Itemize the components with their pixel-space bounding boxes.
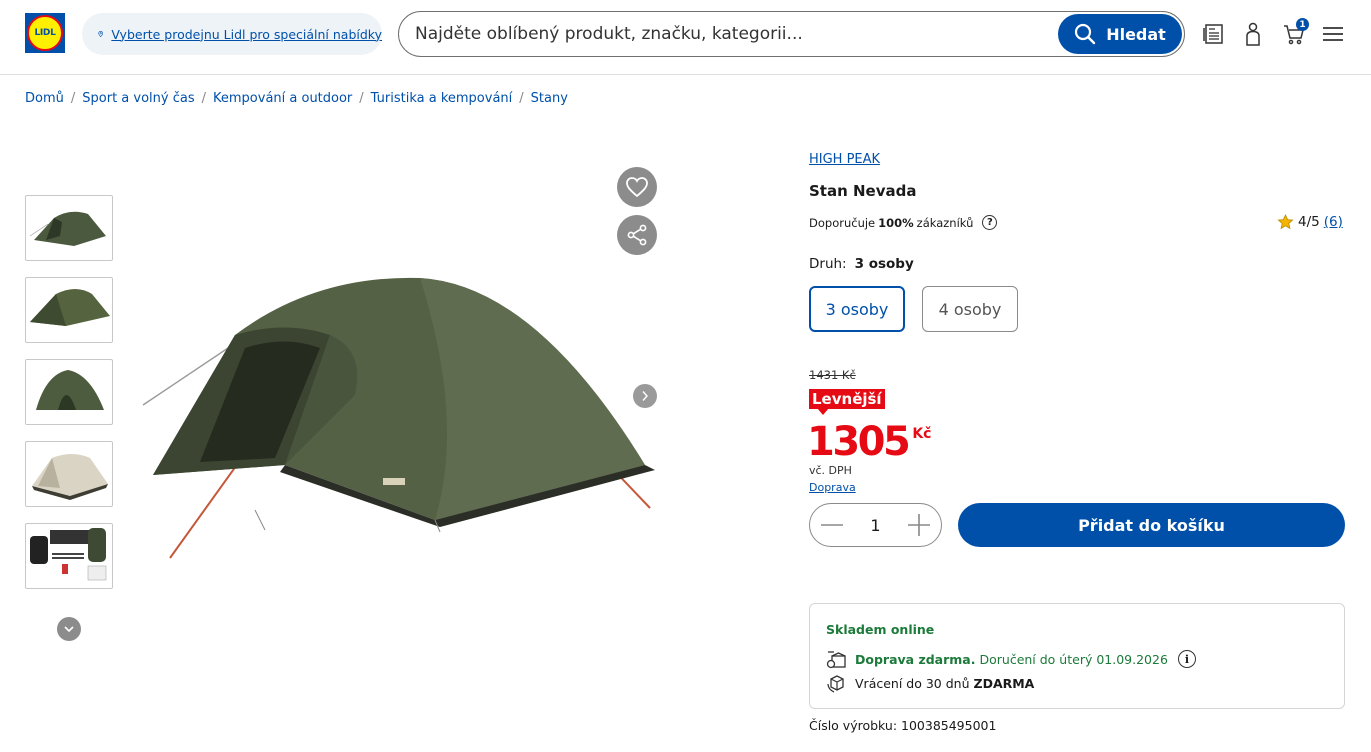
star-icon <box>1277 214 1294 230</box>
quantity-value[interactable]: 1 <box>870 516 880 535</box>
variant-option-4-persons[interactable]: 4 osoby <box>922 286 1018 332</box>
quantity-stepper: 1 <box>809 503 942 547</box>
product-rating: 4/5 (6) <box>1277 214 1343 230</box>
thumbnails-scroll-down-button[interactable] <box>57 617 81 641</box>
brand-link[interactable]: HIGH PEAK <box>809 152 880 167</box>
returns-row: Vrácení do 30 dnů ZDARMA <box>826 672 1034 694</box>
thumbnail-image[interactable] <box>25 359 113 425</box>
vat-note: vč. DPH <box>809 464 852 477</box>
breadcrumb-item[interactable]: Turistika a kempování <box>371 91 513 106</box>
stock-status: Skladem online <box>826 622 935 637</box>
recommend-percent: 100% <box>878 215 914 230</box>
decrease-quantity-button[interactable] <box>820 513 844 537</box>
share-button[interactable] <box>617 215 657 255</box>
plus-icon <box>908 514 930 536</box>
breadcrumb-separator: / <box>359 91 364 106</box>
minus-icon <box>821 524 843 526</box>
site-header: LIDL Vyberte prodejnu Lidl pro speciální… <box>0 0 1371 75</box>
product-title: Stan Nevada <box>809 182 917 200</box>
delivery-date-text: Doručení do úterý 01.09.2026 <box>979 651 1168 667</box>
breadcrumb-item[interactable]: Sport a volný čas <box>82 91 194 106</box>
search-button[interactable]: Hledat <box>1058 14 1182 54</box>
breadcrumb-separator: / <box>70 91 76 106</box>
breadcrumb-separator: / <box>201 91 206 106</box>
search-button-label: Hledat <box>1106 24 1166 44</box>
product-main-image[interactable] <box>135 240 670 570</box>
search-bar: Hledat <box>398 11 1185 57</box>
search-icon <box>1075 23 1096 45</box>
location-pin-icon <box>98 31 103 38</box>
variant-selected-value: 3 osoby <box>854 256 914 272</box>
next-image-button[interactable] <box>633 384 657 408</box>
shipping-row: Doprava zdarma. Doručení do úterý 01.09.… <box>826 648 1196 670</box>
logo-text: LIDL <box>34 28 56 38</box>
variant-option-3-persons[interactable]: 3 osoby <box>809 286 905 332</box>
breadcrumb-separator: / <box>519 91 524 106</box>
thumbnail-gallery <box>25 195 113 605</box>
thumbnail-image[interactable] <box>25 195 113 261</box>
thumbnail-image[interactable] <box>25 277 113 343</box>
share-icon <box>627 224 647 246</box>
current-price: 1305 Kč <box>807 410 931 466</box>
returns-text: Vrácení do 30 dnů <box>855 675 970 691</box>
price-value: 1305 <box>807 419 911 465</box>
free-shipping-text: Doprava zdarma. <box>855 651 976 667</box>
thumbnail-image[interactable] <box>25 523 113 589</box>
variant-label-text: Druh: <box>809 256 847 272</box>
breadcrumb: Domů / Sport a volný čas / Kempování a o… <box>25 91 568 106</box>
increase-quantity-button[interactable] <box>907 513 931 537</box>
heart-icon <box>626 177 648 198</box>
thumbnail-image[interactable] <box>25 441 113 507</box>
recommendation-text: Doporučuje 100% zákazníků ? <box>809 215 998 230</box>
returns-free-text: ZDARMA <box>973 675 1035 691</box>
shipping-info-link[interactable]: Doprava <box>809 481 856 494</box>
question-icon[interactable]: ? <box>982 215 998 230</box>
search-input[interactable] <box>415 20 1035 48</box>
product-number: Číslo výrobku: 100385495001 <box>809 718 997 733</box>
recommend-prefix: Doporučuje <box>809 215 876 230</box>
add-to-wishlist-button[interactable] <box>617 167 657 207</box>
breadcrumb-item[interactable]: Kempování a outdoor <box>213 91 352 106</box>
breadcrumb-item[interactable]: Domů <box>25 91 64 106</box>
breadcrumb-item[interactable]: Stany <box>531 91 568 106</box>
old-price: 1431 Kč <box>809 368 856 382</box>
add-to-cart-button[interactable]: Přidat do košíku <box>958 503 1345 547</box>
user-icon[interactable] <box>1240 20 1266 48</box>
chevron-right-icon <box>642 391 648 401</box>
store-selector[interactable]: Vyberte prodejnu Lidl pro speciální nabí… <box>82 13 382 55</box>
chevron-down-icon <box>64 626 74 633</box>
leaflet-icon[interactable] <box>1201 20 1227 48</box>
cart-icon[interactable]: 1 <box>1281 18 1309 48</box>
variant-label: Druh: 3 osoby <box>809 256 914 272</box>
info-icon[interactable]: i <box>1177 650 1196 668</box>
rating-value: 4/5 <box>1298 214 1320 230</box>
lidl-logo[interactable]: LIDL <box>25 13 65 53</box>
store-link-text[interactable]: Vyberte prodejnu Lidl pro speciální nabí… <box>111 27 382 42</box>
price-currency: Kč <box>912 426 932 442</box>
menu-icon[interactable] <box>1320 20 1346 48</box>
cart-count-badge: 1 <box>1296 18 1309 31</box>
rating-count-link[interactable]: (6) <box>1324 214 1343 230</box>
delivery-box-icon <box>826 648 848 670</box>
availability-box: Skladem online Doprava zdarma. Doručení … <box>809 603 1345 709</box>
discount-badge: Levnější <box>809 389 885 409</box>
return-box-icon <box>826 672 848 694</box>
recommend-suffix: zákazníků <box>916 215 974 230</box>
